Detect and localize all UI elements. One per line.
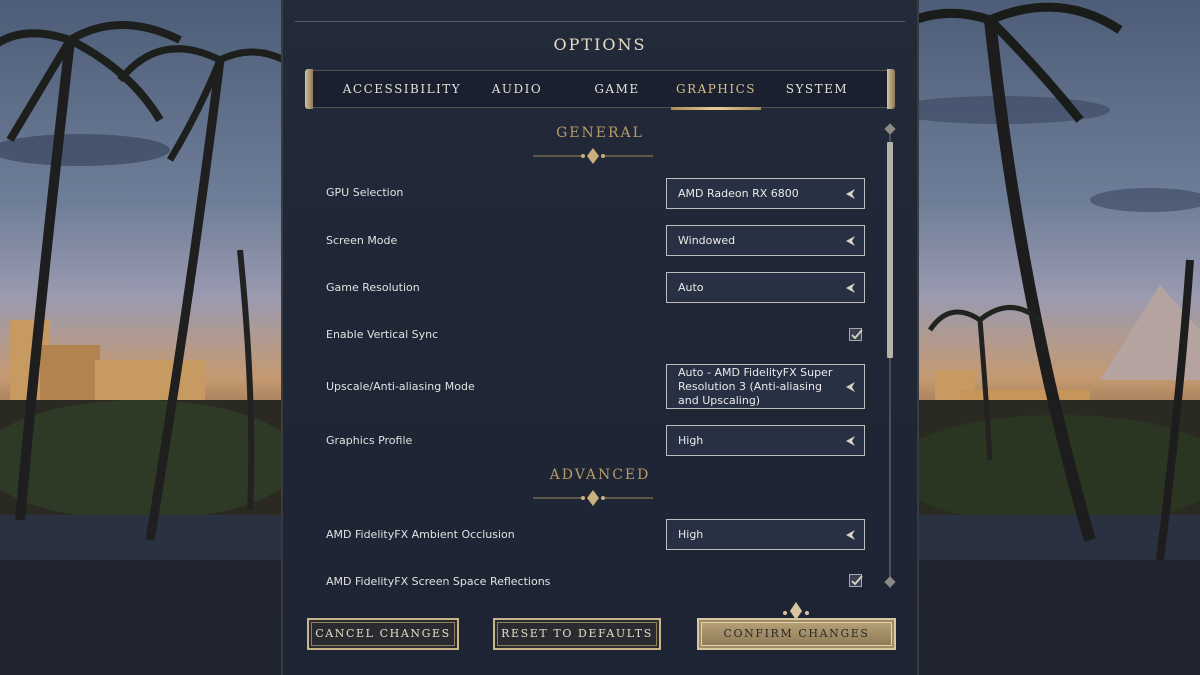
screen-mode-value: Windowed — [678, 233, 736, 247]
screen-mode-dropdown[interactable]: Windowed — [666, 225, 865, 256]
graphics-profile-dropdown[interactable]: High — [666, 425, 865, 456]
upscale-dropdown[interactable]: Auto - AMD FidelityFX Super Resolution 3… — [666, 364, 865, 409]
ambient-occlusion-value: High — [678, 527, 704, 541]
ornament-flourish-icon — [533, 490, 653, 506]
panel-top-divider — [295, 21, 905, 22]
ornament-flourish-icon — [533, 148, 653, 164]
reset-to-defaults-button[interactable]: RESET TO DEFAULTS — [493, 618, 661, 650]
checkmark-icon — [851, 575, 863, 586]
section-title-general: GENERAL — [556, 125, 644, 141]
tab-graphics[interactable]: GRAPHICS — [671, 71, 761, 110]
upscale-label: Upscale/Anti-aliasing Mode — [326, 380, 475, 393]
section-title-advanced: ADVANCED — [549, 467, 651, 483]
tab-accessibility[interactable]: ACCESSIBILITY — [337, 71, 467, 107]
scrollbar-thumb[interactable] — [887, 142, 893, 358]
gpu-selection-label: GPU Selection — [326, 186, 404, 199]
graphics-profile-label: Graphics Profile — [326, 434, 413, 447]
tab-audio[interactable]: AUDIO — [477, 71, 557, 107]
graphics-profile-value: High — [678, 433, 704, 447]
panel-title: OPTIONS — [553, 35, 647, 54]
options-panel: OPTIONS ACCESSIBILITY AUDIO GAME GRAPHIC… — [281, 0, 919, 675]
screen-mode-label: Screen Mode — [326, 234, 398, 247]
tab-game[interactable]: GAME — [577, 71, 657, 107]
dropdown-arrow-icon — [846, 282, 855, 293]
scroll-down-icon[interactable] — [884, 576, 896, 588]
tab-bar-right-cap — [887, 69, 895, 109]
dropdown-arrow-icon — [846, 529, 855, 540]
vsync-label: Enable Vertical Sync — [326, 328, 439, 341]
checkmark-icon — [851, 329, 863, 340]
ambient-occlusion-dropdown[interactable]: High — [666, 519, 865, 550]
dropdown-arrow-icon — [846, 188, 855, 199]
game-resolution-dropdown[interactable]: Auto — [666, 272, 865, 303]
tab-bar-left-cap — [305, 69, 313, 109]
gpu-selection-dropdown[interactable]: AMD Radeon RX 6800 — [666, 178, 865, 209]
confirm-changes-button[interactable]: CONFIRM CHANGES — [697, 618, 896, 650]
vsync-checkbox[interactable] — [849, 328, 863, 341]
dropdown-arrow-icon — [846, 381, 855, 392]
cancel-changes-button[interactable]: CANCEL CHANGES — [307, 618, 459, 650]
gpu-selection-value: AMD Radeon RX 6800 — [678, 186, 799, 200]
game-resolution-value: Auto — [678, 280, 704, 294]
dropdown-arrow-icon — [846, 235, 855, 246]
active-tab-underline — [671, 107, 761, 110]
ssr-checkbox[interactable] — [849, 574, 863, 587]
tab-system[interactable]: SYSTEM — [777, 71, 857, 107]
ssr-label: AMD FidelityFX Screen Space Reflections — [326, 575, 551, 588]
game-resolution-label: Game Resolution — [326, 281, 420, 294]
ambient-occlusion-label: AMD FidelityFX Ambient Occlusion — [326, 528, 515, 541]
upscale-value: Auto - AMD FidelityFX Super Resolution 3… — [678, 365, 833, 407]
tab-graphics-label: GRAPHICS — [676, 82, 756, 96]
dropdown-arrow-icon — [846, 435, 855, 446]
tab-bar: ACCESSIBILITY AUDIO GAME GRAPHICS SYSTEM — [305, 69, 895, 110]
